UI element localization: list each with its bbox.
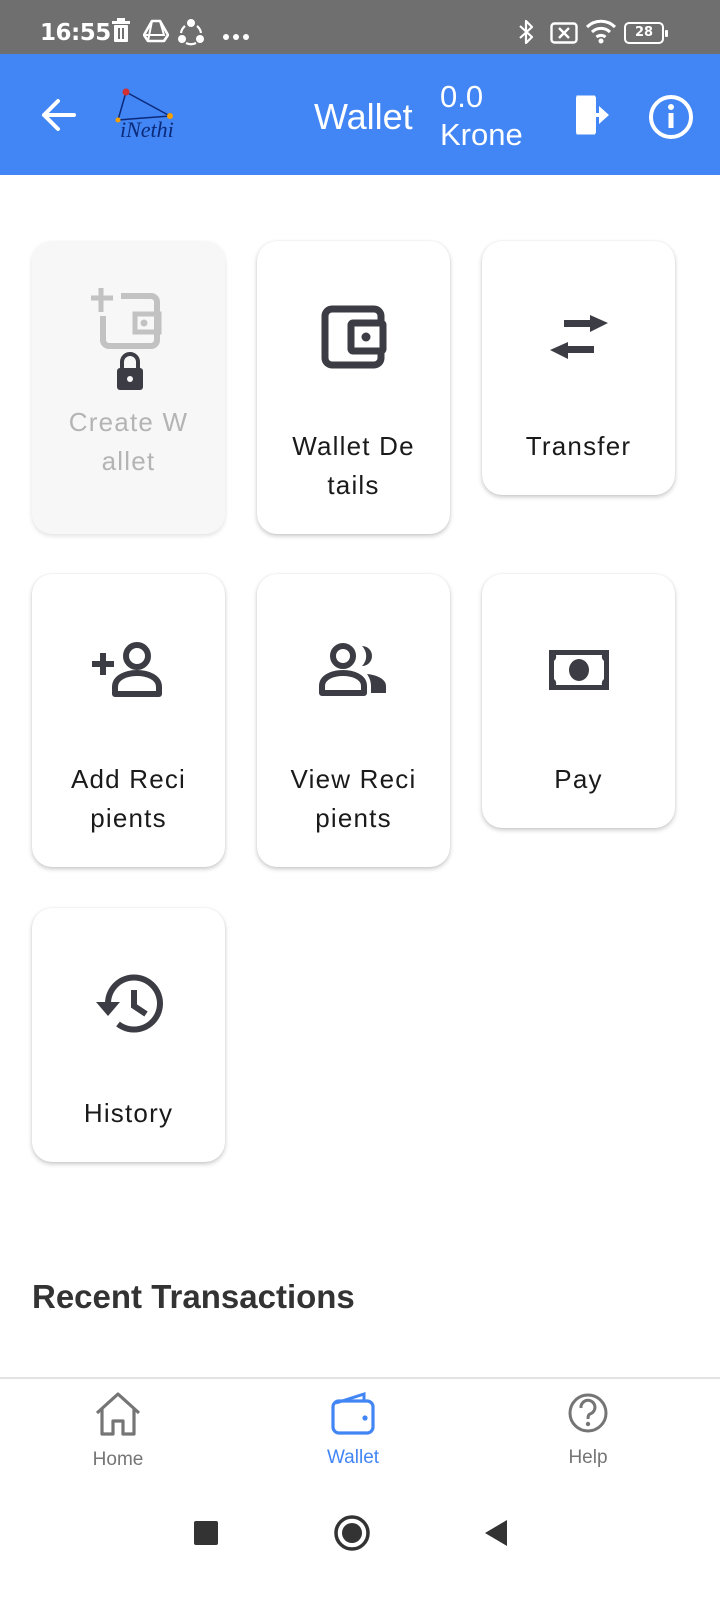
add-recipients-label: Add Recipients (70, 764, 187, 833)
wallet-details-label: Wallet Details (292, 431, 415, 500)
home-system-button[interactable] (322, 1503, 382, 1563)
nav-home[interactable]: Home (48, 1391, 188, 1471)
pay-label: Pay (554, 764, 603, 794)
people-icon (318, 630, 389, 710)
recent-transactions-title: Recent Transactions (32, 1278, 355, 1315)
bottom-nav: Home Wallet Help (0, 1377, 720, 1487)
transfer-tile[interactable]: Transfer (482, 241, 675, 495)
balance-currency: Krone (440, 117, 523, 152)
history-tile[interactable]: History (32, 908, 225, 1162)
money-icon (548, 630, 610, 710)
square-icon (194, 1521, 218, 1545)
info-icon (649, 95, 693, 139)
info-button[interactable] (642, 88, 700, 146)
logout-icon (576, 95, 611, 135)
arrow-back-icon (42, 99, 76, 131)
circle-home-icon (334, 1515, 370, 1551)
battery-icon: 28 (624, 22, 668, 44)
nav-wallet[interactable]: Wallet (283, 1391, 423, 1469)
status-time: 16:55 (40, 20, 111, 46)
nav-help-label: Help (568, 1447, 608, 1468)
recents-button[interactable] (176, 1503, 236, 1563)
nav-wallet-label: Wallet (326, 1447, 380, 1468)
balance-amount: 0.0 (440, 79, 484, 114)
wallet-details-tile[interactable]: Wallet Details (257, 241, 450, 534)
svg-text:iNethi: iNethi (120, 117, 174, 142)
history-label: History (83, 1098, 174, 1128)
nav-help[interactable]: Help (518, 1391, 658, 1469)
create-wallet-label: Create Wallet (68, 407, 189, 476)
no-sim-icon (550, 22, 578, 49)
wallet-balance: 0.0 Krone (440, 78, 523, 154)
trash-icon (110, 18, 132, 49)
transfer-label: Transfer (525, 431, 632, 461)
triangle-back-icon (485, 1520, 507, 1546)
logout-button[interactable] (566, 88, 620, 142)
back-button[interactable] (34, 90, 84, 140)
bluetooth-icon (517, 18, 535, 51)
help-icon (568, 1393, 608, 1433)
status-bar: 16:55 28 (0, 0, 720, 54)
history-icon (94, 964, 164, 1044)
transfer-arrows-icon (548, 297, 610, 377)
wallet-icon (331, 1391, 375, 1435)
share-icon (177, 18, 205, 51)
pay-tile[interactable]: Pay (482, 574, 675, 828)
nav-home-label: Home (92, 1449, 144, 1470)
back-system-button[interactable] (466, 1503, 526, 1563)
home-icon (95, 1392, 141, 1436)
view-recipients-label: View Recipients (290, 764, 417, 833)
system-nav-bar (0, 1487, 720, 1600)
wallet-icon (321, 297, 387, 377)
create-wallet-tile[interactable]: Create Wallet (32, 241, 225, 534)
add-person-icon (91, 630, 167, 710)
app-bar: iNethi Wallet 0.0 Krone (0, 54, 720, 175)
page-title: Wallet (314, 96, 413, 137)
inethi-logo: iNethi (112, 82, 184, 144)
wifi-icon (585, 18, 617, 49)
drive-icon (142, 18, 170, 49)
more-dots-icon (222, 28, 250, 46)
view-recipients-tile[interactable]: View Recipients (257, 574, 450, 867)
add-wallet-icon (90, 288, 167, 390)
add-recipients-tile[interactable]: Add Recipients (32, 574, 225, 867)
